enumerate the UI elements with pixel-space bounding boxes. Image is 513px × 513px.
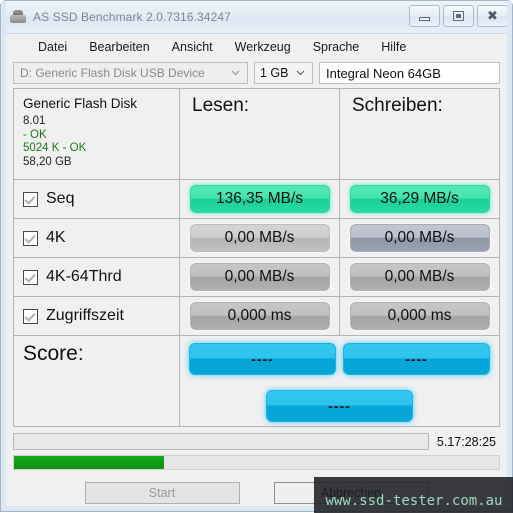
4k-write-value: 0,00 MB/s [349,224,490,252]
size-select-value: 1 GB [260,66,289,80]
menu-item-datei[interactable]: Datei [27,37,78,57]
minimize-icon [419,17,430,21]
read-column-header: Lesen: [192,95,250,116]
access-time-read-cell: 0,000 ms [180,297,340,335]
title-bar: AS SSD Benchmark 2.0.7316.34247 ✖ [1,1,512,34]
row-label-text: 4K [46,229,66,246]
row-label-seq[interactable]: Seq [14,180,180,218]
row-label-4k[interactable]: 4K [14,219,180,257]
status-row: 5.17:28:25 [13,433,500,450]
device-info-capacity: 58,20 GB [23,155,72,168]
drive-select-value: D: Generic Flash Disk USB Device [20,66,205,80]
row-label-text: Zugriffszeit [46,307,124,324]
table-row: Zugriffszeit 0,000 ms 0,000 ms [14,297,499,336]
4k-64thrd-write-cell: 0,00 MB/s [340,258,499,296]
close-button[interactable]: ✖ [477,5,508,27]
status-message [13,433,429,450]
device-info-name: Generic Flash Disk [23,96,138,111]
access-time-write-value: 0,000 ms [349,302,490,330]
checkbox-seq[interactable] [23,191,38,207]
row-label-4k-64thrd[interactable]: 4K-64Thrd [14,258,180,296]
toolbar: D: Generic Flash Disk USB Device 1 GB In… [1,60,512,84]
write-column-header-cell: Schreiben: [340,89,499,179]
seq-read-value: 136,35 MB/s [189,185,330,213]
chevron-down-icon [231,68,240,77]
minimize-button[interactable] [409,5,440,27]
row-label-text: 4K-64Thrd [46,268,122,285]
start-button[interactable]: Start [84,482,240,504]
progress-bar-fill [14,456,165,469]
device-name-input[interactable]: Integral Neon 64GB [319,62,500,84]
device-info-panel: Generic Flash Disk 8.01 - OK 5024 K - OK… [14,89,180,179]
score-write-value: ---- [343,343,490,375]
maximize-button[interactable] [443,5,474,27]
size-select[interactable]: 1 GB [254,62,313,84]
app-window: AS SSD Benchmark 2.0.7316.34247 ✖ Datei … [0,0,513,513]
seq-write-cell: 36,29 MB/s [340,180,499,218]
checkbox-4k[interactable] [23,230,38,246]
4k-read-cell: 0,00 MB/s [180,219,340,257]
maximize-icon [453,11,464,21]
watermark-overlay: www.ssd-tester.com.au [314,477,513,513]
device-info-block: 5024 K - OK [23,142,87,154]
row-label-zugriffszeit[interactable]: Zugriffszeit [14,297,180,335]
grid-header-row: Generic Flash Disk 8.01 - OK 5024 K - OK… [14,89,499,180]
menu-item-sprache[interactable]: Sprache [302,37,371,57]
window-title: AS SSD Benchmark 2.0.7316.34247 [33,10,231,24]
table-row: 4K 0,00 MB/s 0,00 MB/s [14,219,499,258]
results-grid: Generic Flash Disk 8.01 - OK 5024 K - OK… [13,88,500,427]
seq-write-value: 36,29 MB/s [349,185,490,213]
watermark-text: www.ssd-tester.com.au [325,493,503,509]
menu-item-werkzeug[interactable]: Werkzeug [224,37,302,57]
access-time-write-cell: 0,000 ms [340,297,499,335]
access-time-read-value: 0,000 ms [189,302,330,330]
hard-drive-icon [10,9,26,25]
device-info-firmware: 8.01 [23,115,46,127]
drive-select[interactable]: D: Generic Flash Disk USB Device [13,62,248,84]
seq-read-cell: 136,35 MB/s [180,180,340,218]
menu-bar: Datei Bearbeiten Ansicht Werkzeug Sprach… [1,34,512,60]
progress-bar [13,455,500,470]
score-row: Score: ---- ---- ---- [14,336,499,426]
4k-64thrd-read-cell: 0,00 MB/s [180,258,340,296]
checkbox-4k-64thrd[interactable] [23,269,38,285]
4k-64thrd-read-value: 0,00 MB/s [189,263,330,291]
score-title: Score: [23,342,84,365]
score-label-cell: Score: [14,336,180,426]
score-total-value: ---- [266,390,413,422]
elapsed-time: 5.17:28:25 [436,434,496,449]
table-row: 4K-64Thrd 0,00 MB/s 0,00 MB/s [14,258,499,297]
device-info-alignment: - OK [23,128,47,141]
chevron-down-icon [296,68,305,77]
4k-read-value: 0,00 MB/s [189,224,330,252]
write-column-header: Schreiben: [352,95,443,116]
window-controls: ✖ [409,5,508,27]
close-icon: ✖ [487,8,498,24]
menu-item-hilfe[interactable]: Hilfe [370,37,417,57]
score-values: ---- ---- ---- [180,336,499,426]
row-label-text: Seq [46,190,75,207]
table-row: Seq 136,35 MB/s 36,29 MB/s [14,180,499,219]
menu-item-bearbeiten[interactable]: Bearbeiten [78,37,160,57]
4k-write-cell: 0,00 MB/s [340,219,499,257]
read-column-header-cell: Lesen: [180,89,340,179]
4k-64thrd-write-value: 0,00 MB/s [349,263,490,291]
menu-item-ansicht[interactable]: Ansicht [161,37,224,57]
score-read-value: ---- [189,343,336,375]
checkbox-zugriffszeit[interactable] [23,308,38,324]
